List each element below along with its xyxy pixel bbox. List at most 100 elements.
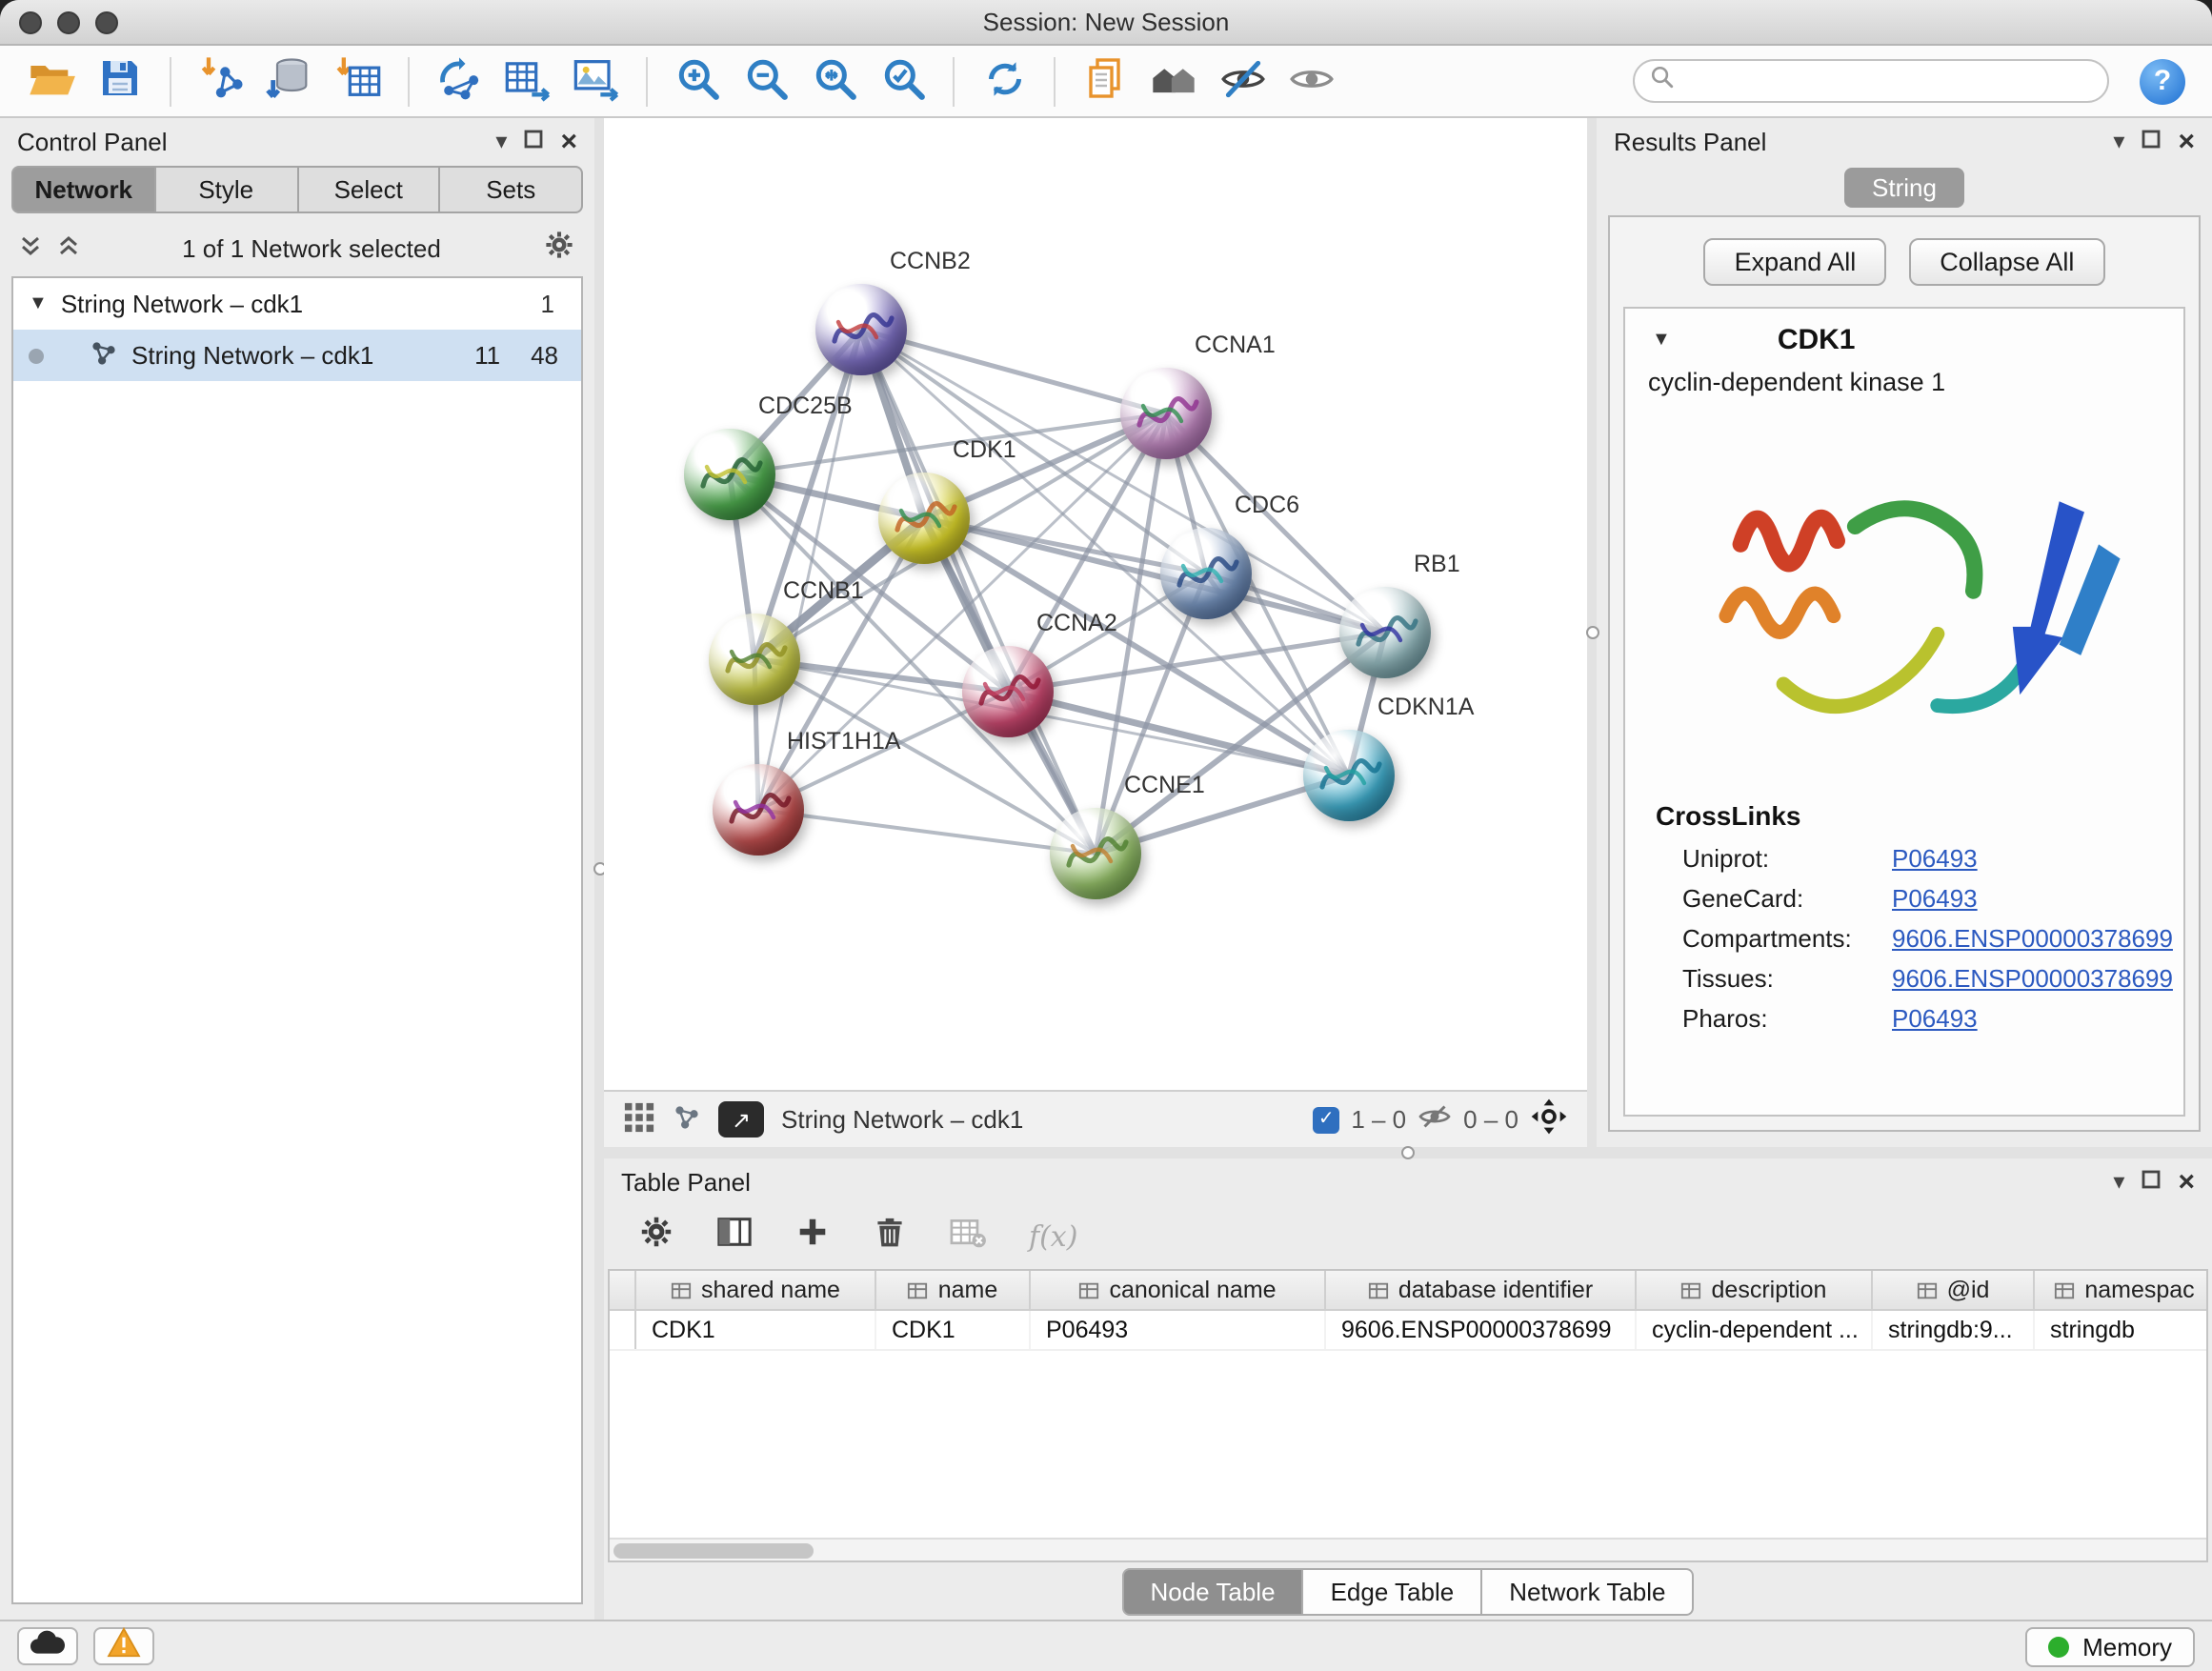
table-cell[interactable]: 9606.ENSP00000378699 (1326, 1311, 1637, 1349)
network-node-ccnb2[interactable] (815, 284, 907, 375)
network-node-ccnb1[interactable] (709, 614, 800, 705)
network-node-cdc6[interactable] (1160, 528, 1252, 619)
network-share-icon[interactable] (673, 1102, 701, 1137)
hidden-eye-slash-icon[interactable] (1418, 1099, 1452, 1139)
zoom-in-button[interactable] (665, 50, 730, 111)
create-column-icon[interactable] (794, 1214, 831, 1259)
hide-selected-button[interactable] (1210, 50, 1275, 111)
delete-column-icon[interactable] (873, 1215, 907, 1258)
table-splitter[interactable] (604, 1147, 2212, 1158)
splitter-knob[interactable] (1401, 1146, 1415, 1159)
network-from-selection-button[interactable] (427, 50, 492, 111)
tree-expand-icon[interactable]: ▼ (29, 293, 48, 314)
table-settings-gear-icon[interactable] (638, 1214, 674, 1259)
help-button[interactable]: ? (2140, 58, 2185, 104)
panel-float-icon[interactable] (2142, 128, 2161, 154)
copy-annotation-button[interactable] (1073, 50, 1137, 111)
left-splitter[interactable] (594, 118, 604, 1620)
network-node-ccna2[interactable] (962, 646, 1054, 737)
tab-string[interactable]: String (1843, 168, 1965, 208)
home-layout-button[interactable] (1141, 50, 1206, 111)
zoom-fit-button[interactable] (802, 50, 867, 111)
save-session-button[interactable] (88, 50, 152, 111)
fit-content-icon[interactable] (1530, 1097, 1568, 1141)
tab-sets[interactable]: Sets (441, 166, 584, 213)
panel-menu-icon[interactable]: ▾ (495, 128, 507, 154)
network-node-hist1h1a[interactable] (713, 764, 804, 856)
table-cell[interactable]: CDK1 (876, 1311, 1031, 1349)
import-network-database-button[interactable] (257, 50, 322, 111)
tab-style[interactable]: Style (156, 166, 299, 213)
refresh-layout-button[interactable] (972, 50, 1036, 111)
panel-close-icon[interactable]: × (2178, 127, 2195, 155)
table-cell[interactable]: CDK1 (636, 1311, 876, 1349)
edge-HIST1H1A-CCNE1[interactable] (758, 810, 1096, 854)
section-collapse-icon[interactable]: ▼ (1652, 330, 1671, 351)
collapse-all-button[interactable]: Collapse All (1909, 238, 2104, 286)
network-options-gear-icon[interactable] (543, 229, 575, 267)
crosslink-link[interactable]: P06493 (1892, 884, 1978, 913)
import-network-file-button[interactable] (189, 50, 253, 111)
column-header-id[interactable]: @id (1873, 1271, 2035, 1309)
column-header-canonical-name[interactable]: canonical name (1031, 1271, 1326, 1309)
open-session-button[interactable] (19, 50, 84, 111)
import-table-file-button[interactable] (326, 50, 391, 111)
table-row[interactable]: CDK1CDK1P064939606.ENSP00000378699cyclin… (610, 1311, 2206, 1351)
network-node-ccna1[interactable] (1120, 368, 1212, 459)
zoom-out-button[interactable] (734, 50, 798, 111)
search-input[interactable] (1684, 68, 2092, 94)
tab-select[interactable]: Select (298, 166, 441, 213)
right-splitter[interactable] (1587, 118, 1597, 1147)
show-columns-icon[interactable] (716, 1214, 753, 1259)
export-image-button[interactable] (564, 50, 629, 111)
column-header-database-identifier[interactable]: database identifier (1326, 1271, 1637, 1309)
crosslink-link[interactable]: 9606.ENSP00000378699 (1892, 924, 2173, 953)
expand-all-icon[interactable] (57, 233, 80, 262)
column-header-namespac[interactable]: namespac (2035, 1271, 2208, 1309)
table-cell[interactable]: stringdb (2035, 1311, 2208, 1349)
crosslink-link[interactable]: P06493 (1892, 844, 1978, 873)
network-row[interactable]: String Network – cdk1 11 48 (13, 330, 581, 381)
grid-view-icon[interactable] (623, 1100, 655, 1138)
panel-close-icon[interactable]: × (560, 127, 577, 155)
column-header-name[interactable]: name (876, 1271, 1031, 1309)
export-table-button[interactable] (495, 50, 560, 111)
table-cell[interactable]: cyclin-dependent ... (1637, 1311, 1873, 1349)
panel-close-icon[interactable]: × (2178, 1167, 2195, 1196)
tab-edge-table[interactable]: Edge Table (1304, 1567, 1483, 1615)
expand-all-button[interactable]: Expand All (1704, 238, 1887, 286)
network-canvas[interactable]: CCNB2CCNA1CDC25BCDK1CDC6RB1CCNB1CCNA2CDK… (604, 118, 1587, 1090)
network-node-cdc25b[interactable] (684, 429, 775, 520)
table-horizontal-scrollbar[interactable] (610, 1538, 2206, 1560)
network-node-cdkn1a[interactable] (1303, 730, 1395, 821)
network-node-cdk1[interactable] (878, 473, 970, 564)
memory-button[interactable]: Memory (2025, 1626, 2195, 1666)
network-node-rb1[interactable] (1339, 587, 1431, 678)
panel-menu-icon[interactable]: ▾ (2113, 128, 2124, 154)
splitter-knob[interactable] (1585, 626, 1599, 639)
crosslink-link[interactable]: 9606.ENSP00000378699 (1892, 964, 2173, 993)
search-box[interactable] (1633, 59, 2109, 103)
network-collection-row[interactable]: ▼ String Network – cdk1 1 (13, 278, 581, 330)
selected-checkbox-icon[interactable]: ✓ (1313, 1106, 1339, 1133)
scrollbar-thumb[interactable] (613, 1543, 814, 1559)
network-node-ccne1[interactable] (1050, 808, 1141, 899)
panel-float-icon[interactable] (524, 128, 543, 154)
column-header-shared-name[interactable]: shared name (636, 1271, 876, 1309)
edge-CCNB2-CCNE1[interactable] (861, 330, 1096, 854)
show-all-button[interactable] (1278, 50, 1343, 111)
warnings-button[interactable] (93, 1627, 154, 1665)
tab-network[interactable]: Network (11, 166, 156, 213)
tab-node-table[interactable]: Node Table (1121, 1567, 1303, 1615)
table-cell[interactable]: P06493 (1031, 1311, 1326, 1349)
cloud-status-button[interactable] (17, 1627, 78, 1665)
collapse-all-icon[interactable] (19, 233, 42, 262)
open-in-new-window-button[interactable]: ↗ (718, 1101, 764, 1137)
panel-float-icon[interactable] (2142, 1168, 2161, 1195)
tab-network-table[interactable]: Network Table (1482, 1567, 1694, 1615)
panel-menu-icon[interactable]: ▾ (2113, 1168, 2124, 1195)
crosslink-link[interactable]: P06493 (1892, 1004, 1978, 1033)
zoom-selected-button[interactable] (871, 50, 935, 111)
table-cell[interactable]: stringdb:9... (1873, 1311, 2035, 1349)
column-header-description[interactable]: description (1637, 1271, 1873, 1309)
